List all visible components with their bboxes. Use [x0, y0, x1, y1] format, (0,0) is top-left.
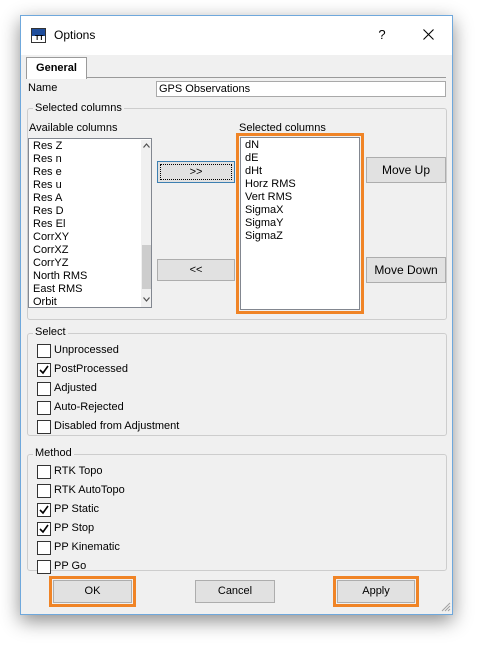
checkbox[interactable] [37, 484, 51, 498]
checkbox-label: PP Kinematic [54, 541, 120, 553]
list-item[interactable]: SigmaZ [245, 230, 283, 243]
checkbox[interactable] [37, 522, 51, 536]
resize-grip-icon[interactable] [439, 600, 451, 612]
options-dialog: TT Options ? General Name GPS Observatio… [20, 15, 453, 615]
scrollbar-thumb[interactable] [142, 245, 151, 289]
list-item[interactable]: Horz RMS [245, 178, 296, 191]
list-item[interactable]: SigmaX [245, 204, 284, 217]
checkmark-icon [39, 524, 49, 534]
list-item[interactable]: North RMS [33, 270, 87, 283]
checkbox-label: RTK Topo [54, 465, 103, 477]
move-down-button[interactable]: Move Down [366, 257, 446, 283]
title-bar[interactable]: TT Options ? [21, 16, 452, 55]
list-item[interactable]: dE [245, 152, 258, 165]
checkbox-label: Auto-Rejected [54, 401, 124, 413]
checkbox-label: PostProcessed [54, 363, 128, 375]
list-item[interactable]: CorrXY [33, 231, 69, 244]
checkbox[interactable] [37, 382, 51, 396]
checkbox-label: Disabled from Adjustment [54, 420, 180, 432]
name-label: Name [28, 82, 58, 94]
cancel-button[interactable]: Cancel [195, 580, 275, 603]
checkbox[interactable] [37, 401, 51, 415]
available-columns-scrollbar[interactable] [141, 140, 151, 307]
list-item[interactable]: SigmaY [245, 217, 284, 230]
checkbox[interactable] [37, 541, 51, 555]
scroll-up-icon[interactable] [143, 143, 150, 150]
tab-general[interactable]: General [26, 57, 87, 79]
method-group-label: Method [33, 447, 74, 459]
list-item[interactable]: CorrXZ [33, 244, 68, 257]
list-item[interactable]: dHt [245, 165, 262, 178]
remove-column-button[interactable]: << [157, 259, 235, 281]
list-item[interactable]: Vert RMS [245, 191, 292, 204]
apply-button[interactable]: Apply [337, 580, 415, 603]
checkbox-label: Adjusted [54, 382, 97, 394]
selected-columns-list[interactable]: dN dE dHt Horz RMS Vert RMS SigmaX SigmaY Sigma… [240, 137, 360, 310]
list-item[interactable]: Res El [33, 218, 65, 231]
close-button[interactable] [417, 24, 439, 46]
select-group-label: Select [33, 326, 68, 338]
list-item[interactable]: Res D [33, 205, 64, 218]
checkbox[interactable] [37, 344, 51, 358]
method-group: RTK Topo RTK AutoTopo PP Static PP Stop PP K… [27, 454, 447, 574]
checkbox-label: PP Go [54, 560, 87, 572]
select-group: Unprocessed PostProcessed Adjusted Auto-Rej… [27, 333, 447, 436]
checkbox[interactable] [37, 363, 51, 377]
checkbox[interactable] [37, 420, 51, 434]
list-item[interactable]: Res A [33, 192, 62, 205]
checkbox-label: Unprocessed [54, 344, 119, 356]
app-icon: TT [31, 28, 46, 43]
move-up-button[interactable]: Move Up [366, 157, 446, 183]
list-item[interactable]: East RMS [33, 283, 83, 296]
checkbox-label: PP Stop [54, 522, 95, 534]
name-input[interactable]: GPS Observations [156, 81, 446, 97]
available-columns-list[interactable]: Res Z Res n Res e Res u Res A Res D Res El Corr… [28, 138, 152, 308]
window-title: Options [54, 28, 96, 42]
list-item[interactable]: dN [245, 139, 259, 152]
help-button[interactable]: ? [371, 24, 393, 46]
tab-divider [86, 77, 446, 78]
selected-columns-group-label: Selected columns [33, 102, 124, 114]
list-item[interactable]: Res Z [33, 140, 62, 153]
list-item[interactable]: Res n [33, 153, 62, 166]
available-columns-label: Available columns [29, 122, 118, 134]
list-item[interactable]: CorrYZ [33, 257, 68, 270]
close-icon [422, 29, 434, 40]
checkbox[interactable] [37, 503, 51, 517]
checkmark-icon [39, 365, 49, 375]
list-item[interactable]: Res u [33, 179, 62, 192]
checkbox-label: PP Static [54, 503, 100, 515]
checkmark-icon [39, 505, 49, 515]
ok-button[interactable]: OK [53, 580, 132, 603]
list-item[interactable]: Res e [33, 166, 62, 179]
checkbox[interactable] [37, 560, 51, 574]
add-column-button[interactable]: >> [157, 161, 235, 183]
scroll-down-icon[interactable] [143, 297, 150, 304]
list-item[interactable]: Orbit [33, 296, 57, 307]
checkbox-label: RTK AutoTopo [54, 484, 125, 496]
checkbox[interactable] [37, 465, 51, 479]
